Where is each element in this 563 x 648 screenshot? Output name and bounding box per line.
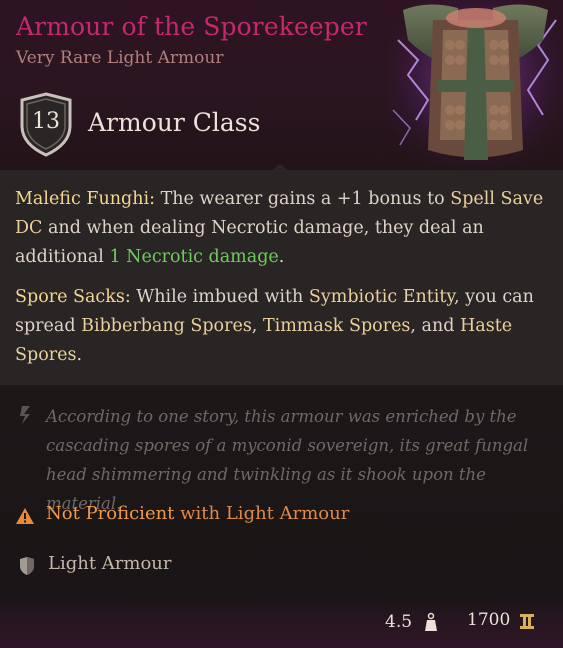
item-tooltip: Armour of the Sporekeeper Very Rare Ligh… [0, 0, 563, 648]
passive-text: . [76, 345, 83, 365]
passive-text: , and [410, 316, 461, 336]
item-rarity-type: Very Rare Light Armour [16, 48, 224, 68]
passive-text: , [251, 316, 263, 336]
price-value: 1700 [467, 610, 511, 630]
necrotic-damage-value: 1 Necrotic damage [109, 247, 279, 267]
weight-value: 4.5 [385, 612, 413, 632]
keyword-timmask-spores[interactable]: Timmask Spores [263, 316, 410, 336]
item-image [388, 0, 563, 170]
passive-spore-sacks: Spore Sacks: While imbued with Symbiotic… [15, 283, 555, 370]
flavor-text: According to one story, this armour was … [46, 407, 529, 513]
passives-section: Malefic Funghi: The wearer gains a +1 bo… [0, 170, 563, 385]
keyword-symbiotic-entity[interactable]: Symbiotic Entity [309, 287, 454, 307]
armour-class-value: 13 [32, 109, 60, 134]
weight-icon [425, 612, 437, 631]
passive-text: The wearer gains a +1 bonus to [155, 189, 451, 209]
passive-name: Spore Sacks: [15, 287, 131, 307]
gold-coin-icon [520, 614, 534, 629]
passive-text: While imbued with [130, 287, 309, 307]
passive-name: Malefic Funghi: [15, 189, 155, 209]
item-name: Armour of the Sporekeeper [16, 12, 367, 41]
light-armour-shield-icon [20, 557, 34, 575]
passive-malefic-funghi: Malefic Funghi: The wearer gains a +1 bo… [15, 185, 555, 272]
armour-image-icon [388, 0, 563, 170]
proficiency-warning: Not Proficient with Light Armour [46, 503, 349, 524]
armour-class-label: Armour Class [88, 108, 261, 137]
keyword-bibberbang-spores[interactable]: Bibberbang Spores [81, 316, 252, 336]
quill-icon [20, 406, 30, 424]
armour-type-label: Light Armour [48, 553, 172, 574]
tooltip-header: Armour of the Sporekeeper Very Rare Ligh… [0, 0, 563, 170]
not-proficient-detail: with Light Armour [174, 503, 350, 524]
passive-text: . [278, 247, 285, 267]
not-proficient-label: Not Proficient [46, 503, 175, 524]
warning-triangle-icon [16, 508, 34, 524]
